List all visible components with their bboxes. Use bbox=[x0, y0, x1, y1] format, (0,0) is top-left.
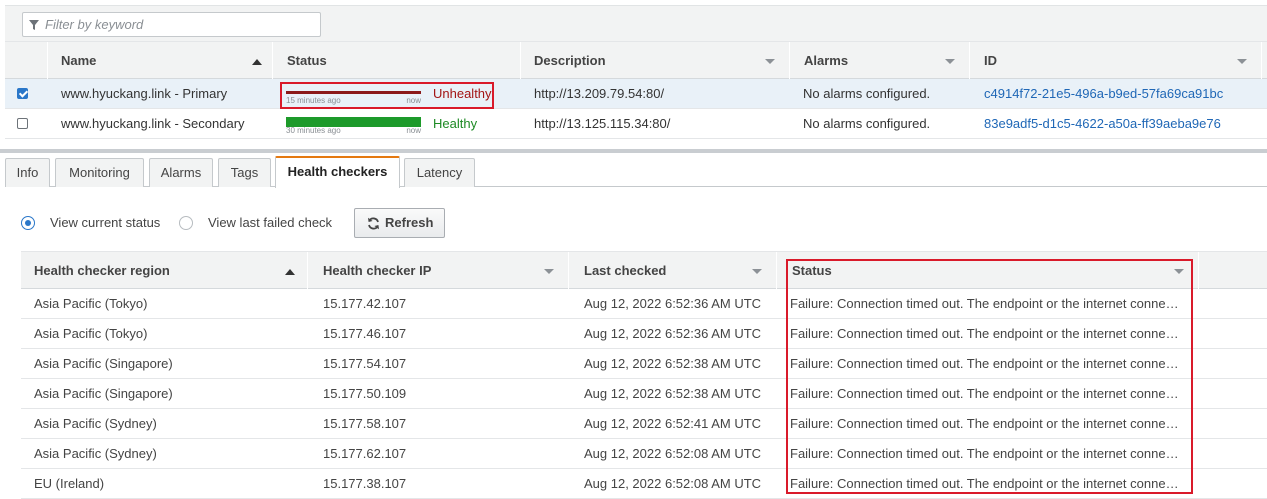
ip-cell: 15.177.46.107 bbox=[323, 326, 407, 341]
last-checked-cell: Aug 12, 2022 6:52:38 AM UTC bbox=[584, 386, 762, 401]
last-checked-cell: Aug 12, 2022 6:52:41 AM UTC bbox=[584, 416, 762, 431]
last-checked-cell: Aug 12, 2022 6:52:36 AM UTC bbox=[584, 296, 762, 311]
tab-alarms[interactable]: Alarms bbox=[149, 158, 213, 187]
region-cell: Asia Pacific (Sydney) bbox=[34, 446, 157, 461]
ip-cell: 15.177.42.107 bbox=[323, 296, 407, 311]
chevron-down-icon bbox=[544, 269, 554, 274]
ip-cell: 15.177.58.107 bbox=[323, 416, 407, 431]
row-alarms: No alarms configured. bbox=[803, 116, 931, 131]
region-cell: Asia Pacific (Tokyo) bbox=[34, 326, 148, 341]
region-cell: Asia Pacific (Singapore) bbox=[34, 356, 173, 371]
column-header-label: Name bbox=[61, 53, 97, 68]
column-header-label: Health checker region bbox=[34, 263, 170, 278]
row-description: http://13.209.79.54:80/ bbox=[534, 86, 665, 101]
spark-start-label: 30 minutes ago bbox=[286, 126, 341, 135]
last-checked-cell: Aug 12, 2022 6:52:08 AM UTC bbox=[584, 476, 762, 491]
row-name: www.hyuckang.link - Primary bbox=[61, 86, 228, 101]
sort-ascending-icon bbox=[252, 59, 262, 65]
chevron-down-icon bbox=[765, 59, 775, 64]
table-header: Name Status Description Alarms ID bbox=[5, 41, 1267, 79]
column-header-description[interactable]: Description bbox=[522, 42, 790, 79]
filter-toolbar bbox=[5, 5, 1267, 41]
column-header-label: Alarms bbox=[804, 53, 849, 68]
refresh-label: Refresh bbox=[385, 215, 434, 230]
last-checked-cell: Aug 12, 2022 6:52:08 AM UTC bbox=[584, 446, 762, 461]
column-header-name[interactable]: Name bbox=[49, 42, 273, 79]
tab-info[interactable]: Info bbox=[5, 158, 50, 187]
last-checked-cell: Aug 12, 2022 6:52:38 AM UTC bbox=[584, 356, 762, 371]
column-header-alarms[interactable]: Alarms bbox=[792, 42, 970, 79]
tab-tags[interactable]: Tags bbox=[218, 158, 271, 187]
ip-cell: 15.177.62.107 bbox=[323, 446, 407, 461]
column-header-region[interactable]: Health checker region bbox=[21, 252, 308, 289]
status-text: Healthy bbox=[433, 116, 478, 131]
row-name: www.hyuckang.link - Secondary bbox=[61, 116, 245, 131]
region-cell: Asia Pacific (Tokyo) bbox=[34, 296, 148, 311]
ip-cell: 15.177.38.107 bbox=[323, 476, 407, 491]
status-highlight-box bbox=[280, 82, 494, 109]
row-description: http://13.125.115.34:80/ bbox=[534, 116, 671, 131]
row-alarms: No alarms configured. bbox=[803, 86, 931, 101]
column-header-last-checked[interactable]: Last checked bbox=[571, 252, 777, 289]
tab-latency[interactable]: Latency bbox=[404, 158, 475, 187]
region-cell: Asia Pacific (Sydney) bbox=[34, 416, 157, 431]
column-header-label: Last checked bbox=[584, 263, 667, 278]
chevron-down-icon bbox=[945, 59, 955, 64]
column-header-label: Description bbox=[534, 53, 606, 68]
column-header-id[interactable]: ID bbox=[972, 42, 1262, 79]
ip-cell: 15.177.50.109 bbox=[323, 386, 407, 401]
row-id-link[interactable]: 83e9adf5-d1c5-4622-a50a-ff39aeba9e76 bbox=[984, 109, 1254, 138]
region-cell: Asia Pacific (Singapore) bbox=[34, 386, 173, 401]
select-column-header bbox=[5, 42, 48, 79]
tab-health-checkers[interactable]: Health checkers bbox=[275, 156, 400, 188]
row-id-link[interactable]: c4914f72-21e5-496a-b9ed-57fa69ca91bc bbox=[984, 79, 1254, 108]
view-current-status-radio[interactable] bbox=[21, 216, 35, 230]
status-sparkline: 30 minutes ago now bbox=[286, 113, 421, 135]
refresh-button[interactable]: Refresh bbox=[354, 208, 445, 238]
health-checks-table: Name Status Description Alarms ID www.hy… bbox=[5, 41, 1267, 139]
funnel-icon bbox=[29, 20, 39, 30]
refresh-icon bbox=[368, 217, 379, 230]
filter-input[interactable] bbox=[45, 15, 315, 34]
column-header-label: Health checker IP bbox=[323, 263, 432, 278]
column-header-label: ID bbox=[984, 53, 997, 68]
pane-divider[interactable] bbox=[0, 149, 1267, 153]
tab-monitoring[interactable]: Monitoring bbox=[55, 158, 144, 187]
region-cell: EU (Ireland) bbox=[34, 476, 105, 491]
column-header-ip[interactable]: Health checker IP bbox=[310, 252, 569, 289]
table-row[interactable]: www.hyuckang.link - Secondary 30 minutes… bbox=[5, 109, 1267, 139]
view-current-status-label[interactable]: View current status bbox=[50, 215, 160, 231]
row-checkbox[interactable] bbox=[17, 118, 28, 129]
chevron-down-icon bbox=[1237, 59, 1247, 64]
column-header-status[interactable]: Status bbox=[275, 42, 521, 79]
view-last-failed-radio[interactable] bbox=[179, 216, 193, 230]
detail-tabs: Info Monitoring Alarms Tags Health check… bbox=[5, 156, 1267, 188]
chevron-down-icon bbox=[752, 269, 762, 274]
view-last-failed-label[interactable]: View last failed check bbox=[208, 215, 332, 231]
sort-ascending-icon bbox=[285, 269, 295, 275]
column-header-label: Status bbox=[287, 53, 327, 68]
spark-end-label: now bbox=[406, 126, 421, 135]
ip-cell: 15.177.54.107 bbox=[323, 356, 407, 371]
filter-box[interactable] bbox=[22, 12, 321, 37]
row-checkbox[interactable] bbox=[17, 88, 28, 99]
table-row[interactable]: www.hyuckang.link - Primary 15 minutes a… bbox=[5, 79, 1267, 109]
last-checked-cell: Aug 12, 2022 6:52:36 AM UTC bbox=[584, 326, 762, 341]
status-column-highlight-box bbox=[786, 259, 1193, 494]
